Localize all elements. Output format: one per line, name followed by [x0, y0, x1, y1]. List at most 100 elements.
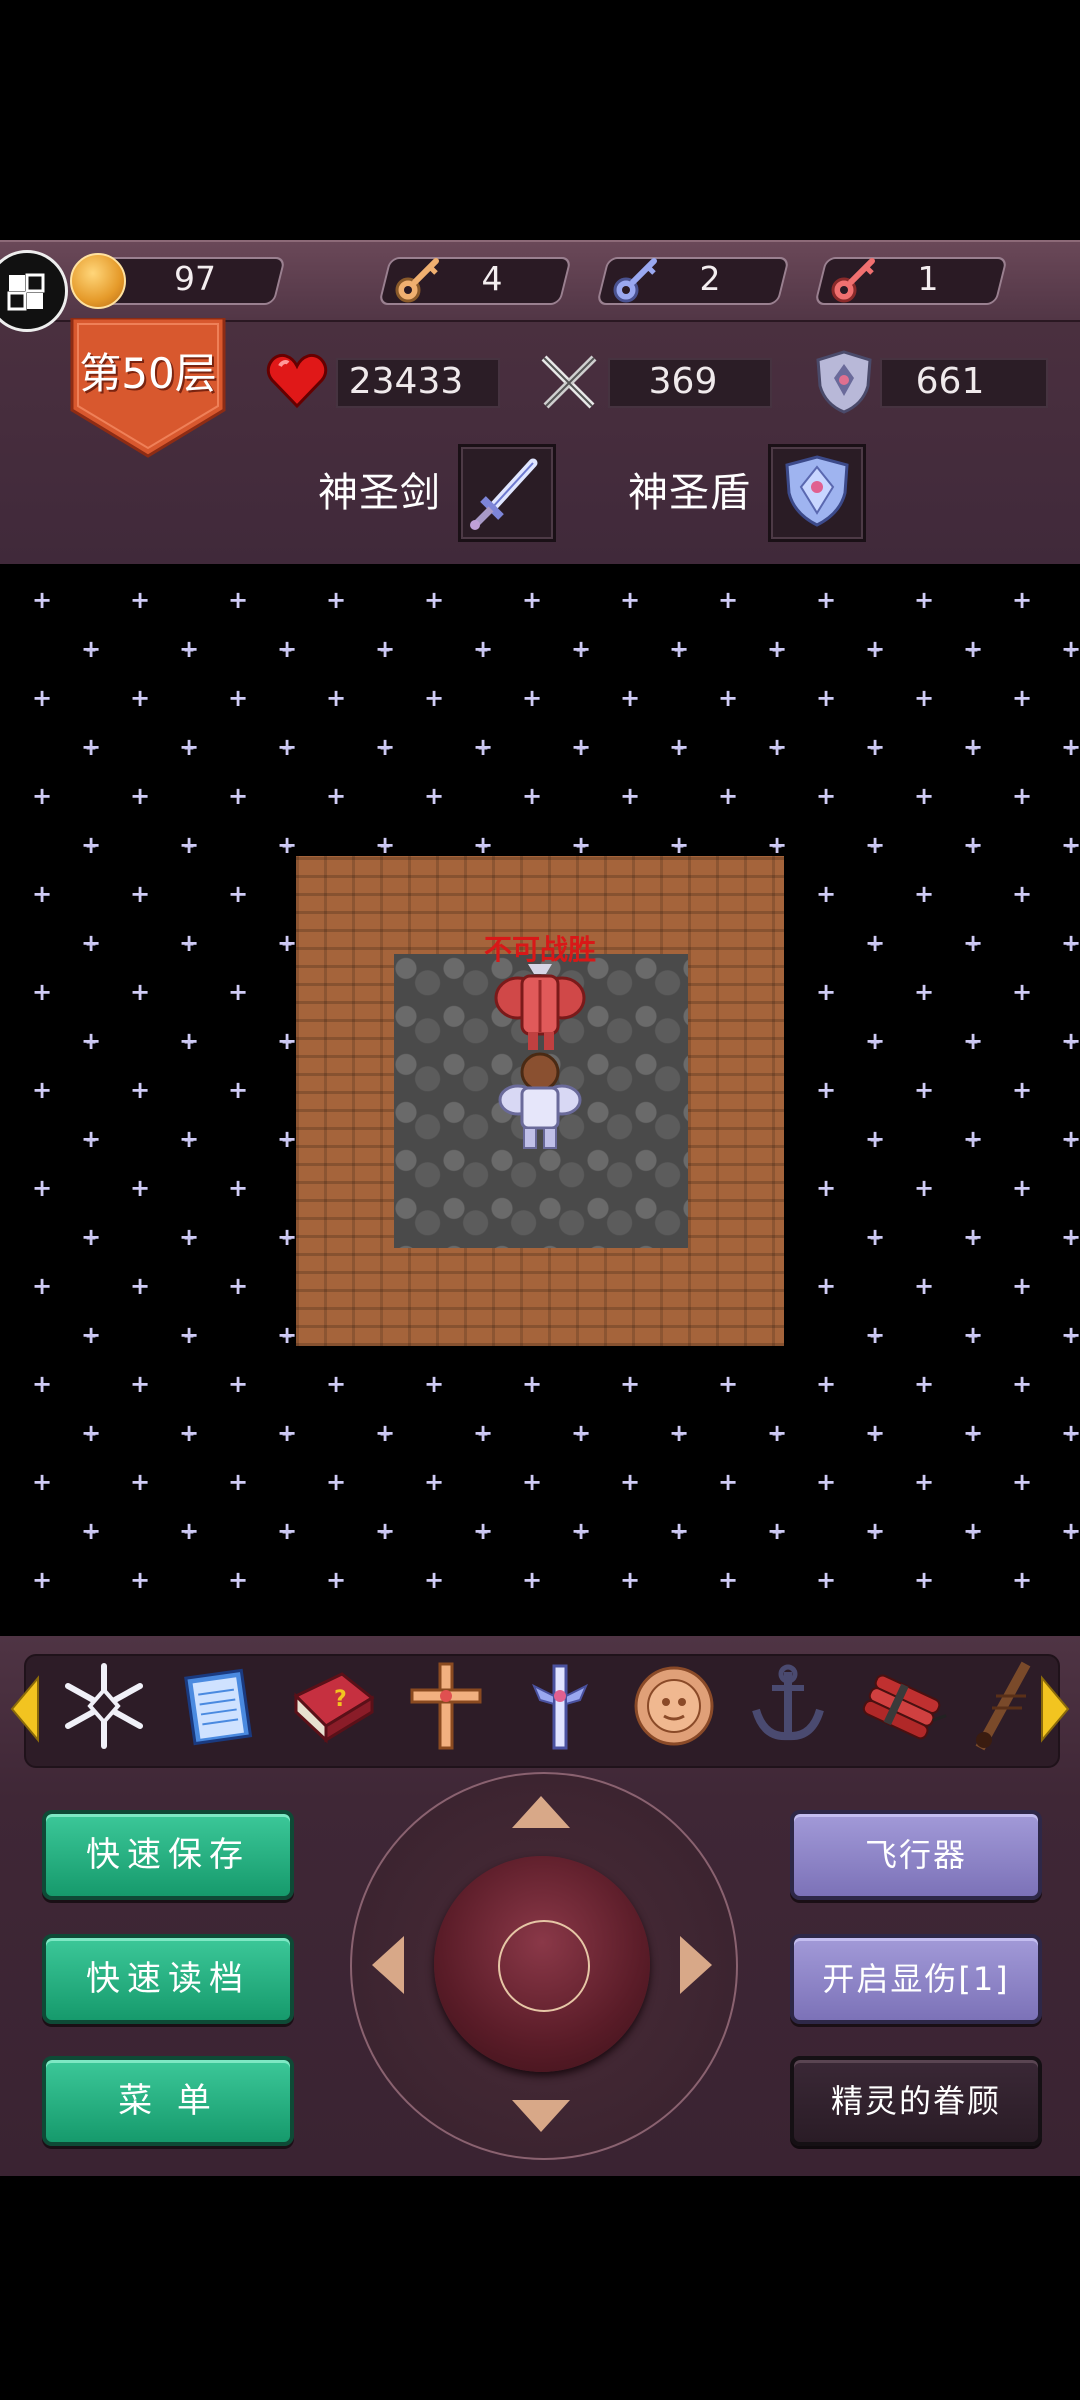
weapon-label: 神圣剑 — [318, 470, 441, 516]
star-decor: + — [717, 586, 739, 614]
red-key-icon — [831, 258, 875, 303]
star-decor: + — [1011, 1272, 1033, 1300]
star-decor: + — [1011, 1468, 1033, 1496]
dynamite-icon[interactable] — [852, 1656, 952, 1756]
star-decor: + — [31, 880, 53, 908]
puzzle-button[interactable] — [0, 250, 68, 332]
star-decor: + — [1065, 839, 1077, 855]
star-decor: + — [31, 1370, 53, 1398]
dpad-up-icon[interactable] — [510, 1794, 572, 1830]
star-decor: + — [1065, 1133, 1077, 1149]
star-decor: + — [129, 782, 151, 810]
item-scroll-left-icon[interactable] — [10, 1674, 40, 1744]
puzzle-icon — [7, 273, 45, 311]
star-decor: + — [1011, 978, 1033, 1006]
quick-load-button[interactable]: 快速读档 — [42, 1934, 294, 2024]
menu-button[interactable]: 菜 单 — [42, 2056, 294, 2146]
holy-shield-icon — [785, 455, 849, 527]
monster-manual-icon[interactable]: ? — [282, 1656, 382, 1756]
star-decor: + — [619, 586, 641, 614]
star-decor: + — [85, 1231, 97, 1247]
star-decor: + — [521, 1566, 543, 1594]
star-decor: + — [869, 839, 881, 855]
star-decor: + — [913, 782, 935, 810]
star-decor: + — [325, 684, 347, 712]
holy-cross-icon[interactable] — [396, 1656, 496, 1756]
show-damage-button[interactable]: 开启显伤[1] — [790, 1934, 1042, 2024]
star-decor: + — [1011, 1076, 1033, 1104]
hero-knight-icon[interactable] — [488, 1052, 592, 1152]
star-decor: + — [717, 782, 739, 810]
crossed-swords-icon — [541, 355, 597, 409]
star-decor: + — [967, 1427, 979, 1443]
star-decor: + — [815, 1566, 837, 1594]
anchor-icon[interactable] — [738, 1656, 838, 1756]
medal-icon[interactable] — [624, 1656, 724, 1756]
star-decor: + — [281, 1427, 293, 1443]
star-decor: + — [1011, 782, 1033, 810]
star-decor: + — [815, 978, 837, 1006]
star-decor: + — [1065, 1329, 1077, 1345]
star-decor: + — [227, 880, 249, 908]
red-knight-boss-icon[interactable] — [488, 960, 592, 1056]
star-decor: + — [379, 741, 391, 757]
star-decor: + — [815, 1174, 837, 1202]
dpad-down-icon[interactable] — [510, 2098, 572, 2134]
star-decor: + — [869, 1133, 881, 1149]
weapon-slot[interactable] — [458, 444, 556, 542]
star-decor: + — [183, 643, 195, 659]
star-decor: + — [325, 782, 347, 810]
snowflake-icon[interactable] — [54, 1656, 154, 1756]
defense-value: 661 — [915, 361, 985, 402]
star-decor: + — [815, 880, 837, 908]
star-decor: + — [967, 1231, 979, 1247]
star-decor: + — [325, 1370, 347, 1398]
star-decor: + — [869, 741, 881, 757]
star-decor: + — [477, 1525, 489, 1541]
star-decor: + — [227, 1272, 249, 1300]
star-decor: + — [619, 684, 641, 712]
dpad-left-icon[interactable] — [370, 1934, 406, 1996]
star-decor: + — [521, 1370, 543, 1398]
star-decor: + — [31, 782, 53, 810]
star-decor: + — [31, 684, 53, 712]
star-decor: + — [913, 1272, 935, 1300]
shield-label: 神圣盾 — [628, 470, 751, 516]
star-decor: + — [281, 643, 293, 659]
star-decor: + — [477, 643, 489, 659]
star-decor: + — [869, 643, 881, 659]
star-decor: + — [227, 684, 249, 712]
star-decor: + — [869, 937, 881, 953]
notepad-icon[interactable] — [168, 1656, 268, 1756]
star-decor: + — [85, 1329, 97, 1345]
star-decor: + — [129, 1370, 151, 1398]
staff-icon[interactable] — [966, 1656, 1066, 1756]
star-decor: + — [913, 1468, 935, 1496]
star-decor: + — [1065, 643, 1077, 659]
quick-save-button[interactable]: 快速保存 — [42, 1810, 294, 1900]
holy-sword-charm-icon[interactable] — [510, 1656, 610, 1756]
star-decor: + — [227, 782, 249, 810]
star-decor: + — [423, 586, 445, 614]
star-decor: + — [869, 1329, 881, 1345]
star-decor: + — [913, 1076, 935, 1104]
star-decor: + — [619, 1370, 641, 1398]
star-decor: + — [673, 1525, 685, 1541]
star-decor: + — [1011, 1566, 1033, 1594]
star-decor: + — [379, 643, 391, 659]
shield-slot[interactable] — [768, 444, 866, 542]
star-decor: + — [227, 1370, 249, 1398]
fairy-favor-button[interactable]: 精灵的眷顾 — [790, 2056, 1042, 2146]
flyer-button[interactable]: 飞行器 — [790, 1810, 1042, 1900]
star-decor: + — [1065, 1525, 1077, 1541]
star-decor: + — [575, 1427, 587, 1443]
star-decor: + — [1011, 880, 1033, 908]
star-decor: + — [967, 937, 979, 953]
gold-value: 97 — [174, 259, 216, 298]
star-decor: + — [183, 1133, 195, 1149]
dpad-right-icon[interactable] — [678, 1934, 714, 1996]
star-decor: + — [815, 684, 837, 712]
star-decor: + — [129, 1468, 151, 1496]
star-decor: + — [85, 741, 97, 757]
star-decor: + — [521, 1468, 543, 1496]
